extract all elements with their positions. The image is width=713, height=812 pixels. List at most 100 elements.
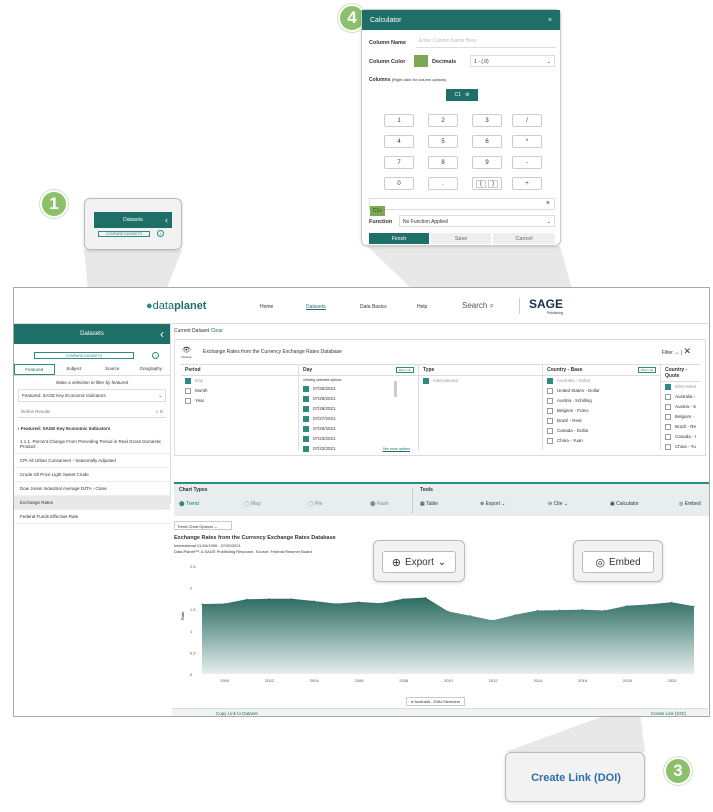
column-color-swatch[interactable] (414, 55, 428, 67)
clear-expression-icon[interactable]: × (546, 200, 550, 207)
base-option[interactable]: Brazil - Real (543, 416, 660, 426)
finish-button[interactable]: Finish (369, 233, 429, 244)
list-item[interactable]: CPI All Urban Consumers - Seasonally Adj… (14, 454, 170, 468)
calculator-key[interactable]: 8 (428, 156, 458, 169)
key-paren[interactable]: ( (476, 179, 486, 188)
map-link-badge[interactable]: Map Link (395, 367, 414, 373)
filter-toggle[interactable]: Filter ︿ | ✕ (662, 346, 691, 357)
save-button[interactable]: Save (431, 233, 491, 244)
calculator-key[interactable]: / (512, 114, 542, 127)
list-item[interactable]: 1.1.1. Percent Change From Preceding Per… (14, 435, 170, 454)
copy-link-button[interactable]: Copy Link to Dataset (216, 711, 258, 716)
chart-legend[interactable]: ● Australia - EMU Members (406, 697, 466, 706)
period-option[interactable]: Year (181, 396, 298, 406)
embed-button[interactable]: ◎ Embed (582, 551, 654, 573)
info-icon[interactable]: i (157, 230, 164, 237)
calculator-key[interactable]: 3 (472, 114, 502, 127)
nav-home[interactable]: Home (260, 304, 273, 310)
column-name-input[interactable]: Enter Column Name Here (416, 38, 556, 48)
base-option[interactable]: Australia - Dollar (543, 376, 660, 386)
quote-option[interactable]: EMU Mem (661, 382, 701, 392)
calculator-key[interactable]: 0 (384, 177, 414, 190)
base-option[interactable]: Austria - Schilling (543, 396, 660, 406)
list-item[interactable]: Federal Funds Effective Rate (14, 510, 170, 524)
dataplanet-logo[interactable]: ●dataplanet (146, 300, 206, 312)
day-option[interactable]: 07/28/2021 (299, 404, 418, 414)
gear-icon[interactable]: ⚙ (465, 92, 469, 98)
nav-help[interactable]: Help (417, 304, 427, 310)
chevron-left-icon[interactable]: ‹ (165, 215, 168, 225)
tab-geography[interactable]: Geography (132, 364, 171, 375)
compare-datasets-button[interactable]: COMPARE DATASETS (98, 231, 150, 237)
sage-logo[interactable]: SAGE Publishing (529, 297, 563, 315)
calculator-key[interactable]: + (512, 177, 542, 190)
clear-link[interactable]: Clear (211, 328, 223, 334)
calculator-key[interactable]: 5 (428, 135, 458, 148)
create-link-doi-button[interactable]: Create Link (DOI) (506, 753, 646, 803)
calculator-key[interactable]: . (428, 177, 458, 190)
calculator-key[interactable]: 9 (472, 156, 502, 169)
search-icon[interactable]: ⌕ ✕ (156, 409, 163, 414)
create-link-button[interactable]: Create Link (DOI) (651, 711, 686, 716)
calculator-key[interactable]: - (512, 156, 542, 169)
day-option[interactable]: 07/30/2021 (299, 384, 418, 394)
day-option[interactable]: 07/23/2021 (299, 434, 418, 444)
quote-option[interactable]: Canada - I (661, 432, 701, 442)
sidebar-group-heading[interactable]: ‹ Featured: SAGE Key Economic Indicators (14, 422, 170, 435)
calculator-key[interactable]: 4 (384, 135, 414, 148)
quote-option[interactable]: Australia - (661, 392, 701, 402)
quote-option[interactable]: China - Yu (661, 442, 701, 450)
chart-type-rank[interactable]: ⬤ Rank (370, 501, 389, 507)
nav-datasets[interactable]: Datasets (306, 304, 326, 310)
info-icon[interactable]: i (152, 352, 160, 359)
base-option[interactable]: Belgium - Franc (543, 406, 660, 416)
column-chip-c1[interactable]: C1 ⚙ (446, 89, 478, 101)
period-option[interactable]: Month (181, 386, 298, 396)
chevron-left-icon[interactable]: ‹ (160, 327, 164, 341)
chart-type-map[interactable]: ◯ Map (244, 501, 261, 507)
scrollbar[interactable] (394, 381, 397, 397)
type-option[interactable]: International (419, 376, 542, 386)
refine-results-input[interactable]: Refine Results ⌕ ✕ (18, 406, 166, 418)
calculator-tool[interactable]: ▣ Calculator (610, 501, 639, 507)
base-option[interactable]: United States - Dollar (543, 386, 660, 396)
list-item-selected[interactable]: Exchange Rates (14, 496, 170, 510)
tab-featured[interactable]: Featured (14, 364, 55, 375)
calculator-key[interactable]: 6 (472, 135, 502, 148)
close-icon[interactable]: × (548, 17, 552, 24)
table-tool[interactable]: ▦ Table (420, 501, 438, 507)
series-area[interactable] (202, 597, 694, 675)
expression-field[interactable]: C1+ × (369, 198, 555, 216)
key-paren[interactable]: ) (488, 179, 498, 188)
map-link-badge[interactable]: Map Link (637, 367, 656, 373)
chart-type-trend[interactable]: ⬤ Trend (179, 501, 199, 507)
tab-source[interactable]: Source (93, 364, 132, 375)
calculator-key[interactable]: * (512, 135, 542, 148)
base-option[interactable]: China - Yuan (543, 436, 660, 446)
quote-option[interactable]: Brazil - Re (661, 422, 701, 432)
period-option[interactable]: Day (181, 376, 298, 386)
embed-tool[interactable]: ◎ Embed (679, 501, 701, 507)
quote-option[interactable]: Austria - S (661, 402, 701, 412)
cancel-button[interactable]: Cancel (493, 233, 555, 244)
calculator-key[interactable]: 7 (384, 156, 414, 169)
function-select[interactable]: No Function Applied ⌄ (399, 215, 555, 227)
featured-select[interactable]: Featured: SAGE Key Economic Indicators ⌄ (18, 389, 166, 402)
cite-tool[interactable]: ⊖ Cite ⌄ (548, 501, 568, 507)
day-option[interactable]: 07/29/2021 (299, 394, 418, 404)
list-item[interactable]: Dow Jones Industrial Average DJTA - Clos… (14, 482, 170, 496)
decimals-select[interactable]: 1 - (.0) ⌄ (470, 55, 555, 67)
chart-type-pie[interactable]: ◯ Pie (308, 501, 322, 507)
calculator-key[interactable]: 2 (428, 114, 458, 127)
eye-icon[interactable]: 👁 (182, 346, 191, 354)
nav-search[interactable]: Search ⌕ (462, 301, 494, 311)
see-more-options-link[interactable]: See more options (383, 447, 410, 451)
list-item[interactable]: Crude Oil Price Light Sweet Crude (14, 468, 170, 482)
tab-subject[interactable]: Subject (55, 364, 94, 375)
compare-datasets-button[interactable]: COMPARE DATASETS (34, 352, 134, 359)
close-icon[interactable]: ✕ (683, 346, 691, 356)
day-option[interactable]: 07/26/2021 (299, 424, 418, 434)
calculator-key[interactable]: 1 (384, 114, 414, 127)
trend-chart-options-select[interactable]: Trend Chart Options ⌄ (174, 521, 232, 530)
quote-option[interactable]: Belgium - (661, 412, 701, 422)
